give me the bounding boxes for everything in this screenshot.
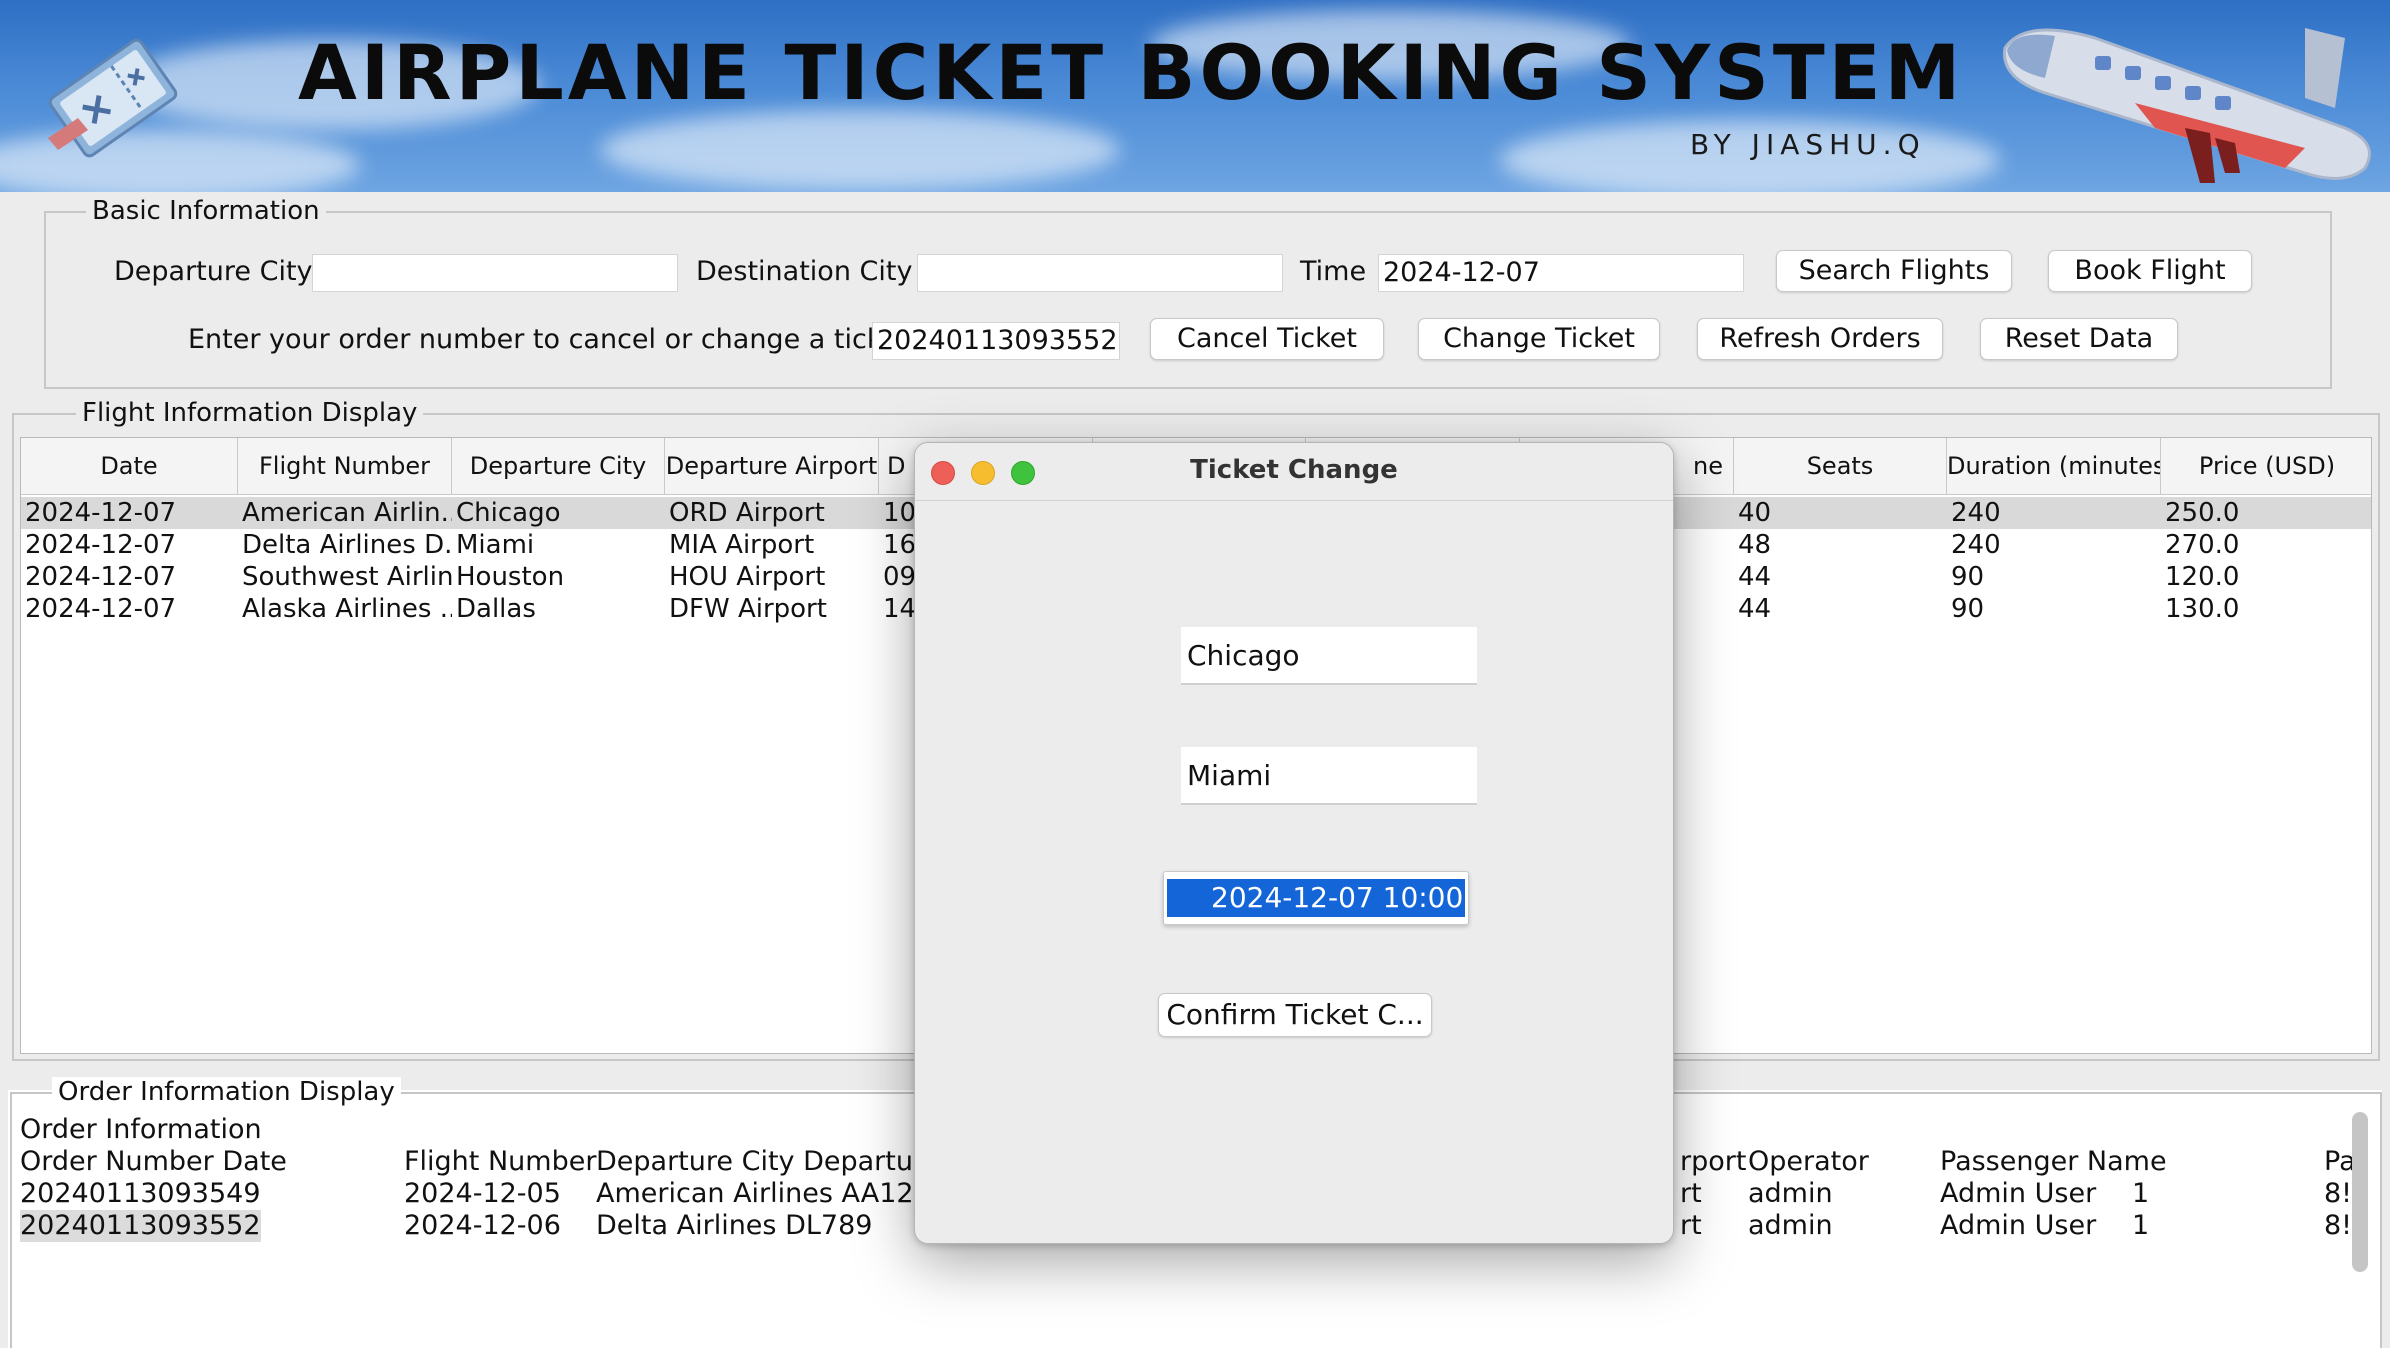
- cell-seats: 48: [1738, 530, 1772, 560]
- order-row-pa: 8!: [2324, 1210, 2353, 1241]
- refresh-orders-button[interactable]: Refresh Orders: [1697, 318, 1943, 360]
- cell-seats: 44: [1738, 594, 1772, 624]
- order-row-count: 1: [2132, 1210, 2150, 1241]
- new-departure-city-input[interactable]: Chicago: [1181, 627, 1477, 685]
- book-flight-button[interactable]: Book Flight: [2048, 250, 2252, 292]
- column-header-departure-airport[interactable]: Departure Airport: [665, 438, 879, 495]
- cell-departure-city: Dallas: [456, 594, 536, 624]
- cell-flight-number: Southwest Airlin...: [242, 562, 452, 592]
- cell-flight-number: American Airlin...: [242, 498, 452, 528]
- cell-departure-airport: ORD Airport: [669, 498, 825, 528]
- departure-city-label: Departure City: [114, 256, 313, 287]
- cell-seats: 44: [1738, 562, 1772, 592]
- order-row-pa: 8!: [2324, 1178, 2353, 1209]
- cell-duration: 90: [1951, 594, 1985, 624]
- cell-price: 270.0: [2165, 530, 2240, 560]
- cell-seats: 40: [1738, 498, 1772, 528]
- order-row-count: 1: [2132, 1178, 2150, 1209]
- cell-departure-airport: DFW Airport: [669, 594, 827, 624]
- basic-information-title: Basic Information: [86, 196, 326, 226]
- time-label: Time: [1300, 256, 1367, 287]
- cell-duration: 240: [1951, 498, 2001, 528]
- cell-flight-number: Alaska Airlines ...: [242, 594, 452, 624]
- order-header-pa: Pa: [2324, 1146, 2356, 1177]
- column-header-departure-city[interactable]: Departure City: [452, 438, 665, 495]
- order-row-date: 2024-12-06: [404, 1210, 561, 1241]
- column-header-date[interactable]: Date: [21, 438, 238, 495]
- destination-city-input[interactable]: [917, 254, 1283, 292]
- cell-price: 120.0: [2165, 562, 2240, 592]
- order-row-flight: Delta Airlines DL789: [596, 1210, 873, 1241]
- order-row-number[interactable]: 20240113093552: [20, 1210, 261, 1242]
- cell-date: 2024-12-07: [25, 562, 177, 592]
- cell-flight-number: Delta Airlines D...: [242, 530, 452, 560]
- cell-duration: 240: [1951, 530, 2001, 560]
- cell-date: 2024-12-07: [25, 594, 177, 624]
- cell-price: 250.0: [2165, 498, 2240, 528]
- order-number-input[interactable]: 20240113093552: [872, 322, 1120, 360]
- cell-departure-city: Chicago: [456, 498, 561, 528]
- order-header-order-date: Order Number Date: [20, 1146, 287, 1177]
- ticket-change-dialog: Ticket Change Chicago Miami 2024-12-07 1…: [914, 442, 1674, 1244]
- cancel-ticket-button[interactable]: Cancel Ticket: [1150, 318, 1384, 360]
- order-row-passenger: Admin User: [1940, 1178, 2097, 1209]
- order-header-passenger: Passenger Name: [1940, 1146, 2167, 1177]
- cell-departure-city: Houston: [456, 562, 565, 592]
- search-flights-button[interactable]: Search Flights: [1776, 250, 2012, 292]
- new-datetime-selector[interactable]: 2024-12-07 10:00: [1163, 871, 1469, 925]
- cloud-decoration: [600, 110, 1120, 190]
- cell-date: 2024-12-07: [25, 498, 177, 528]
- basic-information-group: Basic Information: [44, 196, 2332, 389]
- order-row-airport: rt: [1680, 1210, 1702, 1241]
- cell-departure-airport: HOU Airport: [669, 562, 826, 592]
- reset-data-button[interactable]: Reset Data: [1980, 318, 2178, 360]
- selected-datetime-option[interactable]: 2024-12-07 10:00: [1167, 879, 1465, 917]
- order-header-operator: Operator: [1748, 1146, 1869, 1177]
- header-banner: AIRPLANE TICKET BOOKING SYSTEM BY JIASHU…: [0, 0, 2390, 192]
- order-header-departure: Departure City Departure: [596, 1146, 941, 1177]
- column-header-seats[interactable]: Seats: [1734, 438, 1947, 495]
- order-row-passenger: Admin User: [1940, 1210, 2097, 1241]
- order-scrollbar[interactable]: [2352, 1112, 2368, 1272]
- confirm-ticket-change-button[interactable]: Confirm Ticket C...: [1158, 993, 1432, 1037]
- app-title: AIRPLANE TICKET BOOKING SYSTEM: [298, 28, 1965, 117]
- dialog-title: Ticket Change: [1190, 455, 1398, 485]
- new-destination-city-input[interactable]: Miami: [1181, 747, 1477, 805]
- order-information-title: Order Information Display: [52, 1077, 401, 1107]
- order-information-heading: Order Information: [20, 1114, 262, 1145]
- flight-information-title: Flight Information Display: [76, 398, 424, 428]
- cell-departure-city: Miami: [456, 530, 535, 560]
- column-header-flight-number[interactable]: Flight Number: [238, 438, 452, 495]
- order-row-operator: admin: [1748, 1178, 1833, 1209]
- app-subtitle: BY JIASHU.Q: [1690, 128, 1926, 161]
- time-input[interactable]: 2024-12-07: [1378, 254, 1744, 292]
- order-header-airport: rport: [1680, 1146, 1747, 1177]
- cell-price: 130.0: [2165, 594, 2240, 624]
- cell-duration: 90: [1951, 562, 1985, 592]
- order-row-date: 2024-12-05: [404, 1178, 561, 1209]
- airplane-ticket-icon: [48, 38, 178, 158]
- column-header-duration[interactable]: Duration (minutes): [1947, 438, 2161, 495]
- order-row-number[interactable]: 20240113093549: [20, 1178, 261, 1210]
- change-ticket-button[interactable]: Change Ticket: [1418, 318, 1660, 360]
- order-row-airport: rt: [1680, 1178, 1702, 1209]
- cell-date: 2024-12-07: [25, 530, 177, 560]
- departure-city-input[interactable]: [312, 254, 678, 292]
- dialog-titlebar[interactable]: Ticket Change: [915, 443, 1673, 501]
- order-row-operator: admin: [1748, 1210, 1833, 1241]
- order-number-prompt: Enter your order number to cancel or cha…: [188, 324, 918, 355]
- order-row-flight: American Airlines AA123: [596, 1178, 931, 1209]
- cell-departure-airport: MIA Airport: [669, 530, 815, 560]
- destination-city-label: Destination City: [696, 256, 913, 287]
- order-header-flight-number: Flight Number: [404, 1146, 597, 1177]
- airplane-illustration-icon: [2003, 28, 2371, 183]
- column-header-price[interactable]: Price (USD): [2161, 438, 2371, 495]
